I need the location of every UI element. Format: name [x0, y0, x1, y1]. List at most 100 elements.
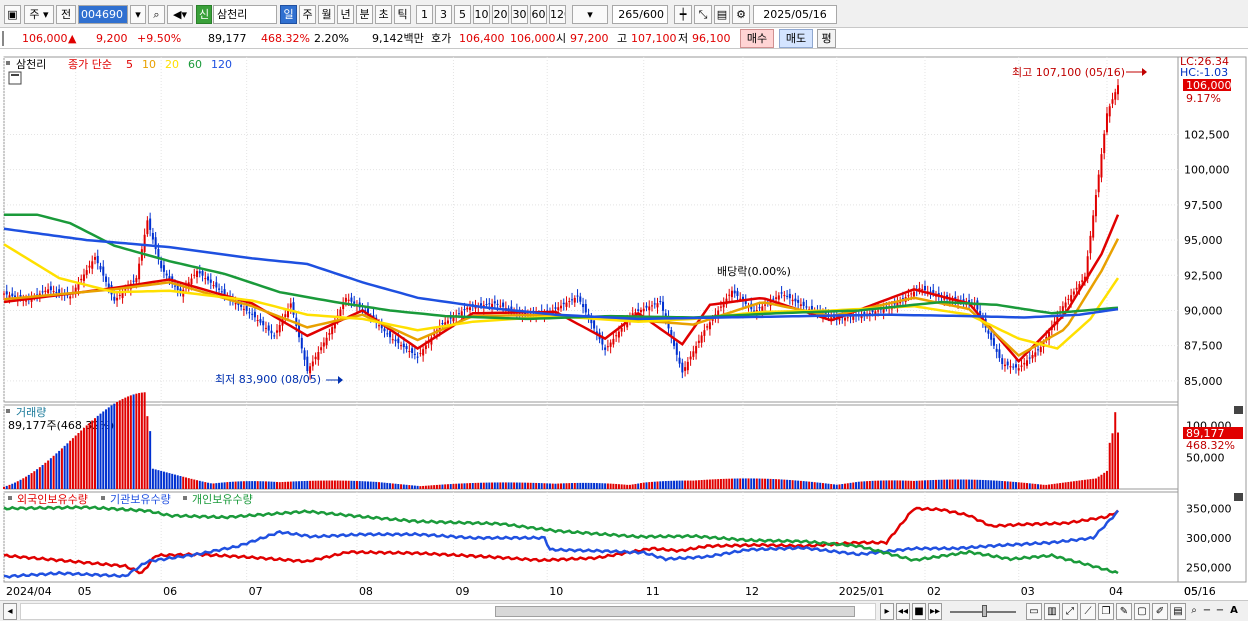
volume-bar [711, 479, 714, 489]
interval-tab-7[interactable]: 120 [549, 5, 566, 24]
scope-button[interactable]: 전 [56, 5, 76, 24]
interval-tab-3[interactable]: 10 [473, 5, 490, 24]
split-icon[interactable]: ▥ [1044, 603, 1060, 620]
stop-icon[interactable]: ■ [912, 603, 926, 620]
pct-badge: 9.17% [1186, 92, 1221, 105]
period-tab-3[interactable]: 년 [337, 5, 354, 24]
period-tab-4[interactable]: 분 [356, 5, 373, 24]
forward-icon[interactable]: ▸▸ [928, 603, 942, 620]
interval-custom-select[interactable]: ▾ [572, 5, 608, 24]
new-badge: 신 [196, 5, 212, 24]
period-tab-0[interactable]: 일 [280, 5, 297, 24]
scroll-right-icon[interactable]: ▸ [880, 603, 894, 620]
volume-bar [165, 472, 168, 489]
candle-body [1117, 85, 1119, 95]
candle-body [1009, 366, 1012, 368]
zoom-slider[interactable] [948, 603, 1018, 620]
volume-bar [127, 396, 130, 489]
buy-button[interactable]: 매수 [740, 29, 774, 48]
calculator-icon [8, 71, 22, 85]
stock-code-input[interactable]: 004690 [78, 5, 128, 24]
x-tick-label: 07 [249, 585, 263, 598]
candle-body [306, 356, 309, 372]
candle-body [700, 335, 703, 343]
sound-icon[interactable]: ◀▾ [167, 5, 193, 24]
candle-body [1001, 358, 1004, 364]
interval-tab-0[interactable]: 1 [416, 5, 433, 24]
volume-bar [187, 478, 190, 489]
volume-bar [339, 480, 342, 489]
interval-tab-4[interactable]: 20 [492, 5, 509, 24]
rewind-icon[interactable]: ◂◂ [896, 603, 910, 620]
interval-tab-6[interactable]: 60 [530, 5, 547, 24]
volume-bar [1105, 470, 1108, 489]
candle-body [791, 299, 794, 302]
zoom-reset-icon[interactable]: − [1214, 603, 1226, 620]
candle-body [85, 270, 88, 275]
zoom-icon[interactable]: ⌕ [1188, 603, 1200, 620]
candle-body [797, 299, 800, 303]
volume-bar [568, 483, 571, 489]
volume-bar [948, 479, 951, 489]
font-size-icon[interactable]: A [1227, 603, 1241, 620]
zoom-out-icon[interactable]: − [1201, 603, 1213, 620]
volume-bar [783, 479, 786, 489]
volume-bar [537, 483, 540, 489]
period-tab-2[interactable]: 월 [318, 5, 335, 24]
price-y-tick: 102,500 [1184, 128, 1230, 141]
interval-tab-5[interactable]: 30 [511, 5, 528, 24]
print-icon[interactable]: ▤ [1170, 603, 1186, 620]
volume-bar [438, 484, 441, 489]
bar-count-field[interactable]: 265/600 [612, 5, 668, 24]
chart-type-icon[interactable]: ▣ [4, 5, 21, 24]
angle-line-icon[interactable]: ⟋ [1080, 603, 1096, 620]
candle-body [270, 330, 273, 334]
window-icon[interactable]: ▢ [1134, 603, 1150, 620]
settings-gear-icon[interactable]: ⚙ [732, 5, 750, 24]
volume-bar [430, 485, 433, 489]
period-tab-5[interactable]: 초 [375, 5, 392, 24]
market-select[interactable]: 주 ▾ [24, 5, 54, 24]
volume-bar [190, 478, 193, 489]
volume-bar [612, 483, 615, 489]
volume-bar [380, 482, 383, 489]
volume-bar [229, 481, 232, 489]
scroll-left-icon[interactable]: ◂ [3, 603, 17, 620]
candle-body [165, 273, 168, 276]
draw-line-icon[interactable]: ⤢ [1062, 603, 1078, 620]
scroll-thumb[interactable] [495, 606, 855, 617]
copy-icon[interactable]: ❐ [1098, 603, 1114, 620]
interval-tab-2[interactable]: 5 [454, 5, 471, 24]
candle-body [579, 296, 582, 302]
volume-bar [904, 480, 907, 489]
volume-bar [248, 481, 251, 489]
volume-bar [270, 481, 273, 489]
volume-bar [857, 481, 860, 489]
candle-body [463, 309, 466, 311]
layout-icon[interactable]: ▭ [1026, 603, 1042, 620]
period-tab-6[interactable]: 틱 [394, 5, 411, 24]
code-dropdown-icon[interactable]: ▾ [130, 5, 146, 24]
candle-body [1006, 361, 1009, 366]
search-icon[interactable]: ⌕ [148, 5, 165, 24]
interval-tab-1[interactable]: 3 [435, 5, 452, 24]
extra-button[interactable]: 평 [817, 29, 836, 48]
candle-body [242, 308, 245, 310]
stock-name-field[interactable]: 삼천리 [213, 5, 277, 24]
volume-bar [66, 443, 69, 489]
chart-area[interactable]: 2024/04 05 06 07 08 09 10 11 12 2025/01 02 03 04 0505… [0, 50, 1248, 600]
period-tab-1[interactable]: 주 [299, 5, 316, 24]
sell-button[interactable]: 매도 [779, 29, 813, 48]
candle-body [684, 367, 687, 371]
edit-icon[interactable]: ✐ [1152, 603, 1168, 620]
panel-bullet [101, 496, 105, 500]
price-y-tick: 100,000 [1184, 164, 1230, 177]
pencil-icon[interactable]: ✎ [1116, 603, 1132, 620]
date-field[interactable]: 2025/05/16 [753, 5, 837, 24]
save-icon[interactable]: ▤ [714, 5, 730, 24]
volume-bar [653, 481, 656, 489]
candle-style-icon[interactable]: ┿ [674, 5, 692, 24]
crosshair-icon[interactable]: ⤡ [694, 5, 712, 24]
panel-frame-2 [3, 491, 1179, 583]
scroll-track[interactable] [20, 603, 876, 620]
